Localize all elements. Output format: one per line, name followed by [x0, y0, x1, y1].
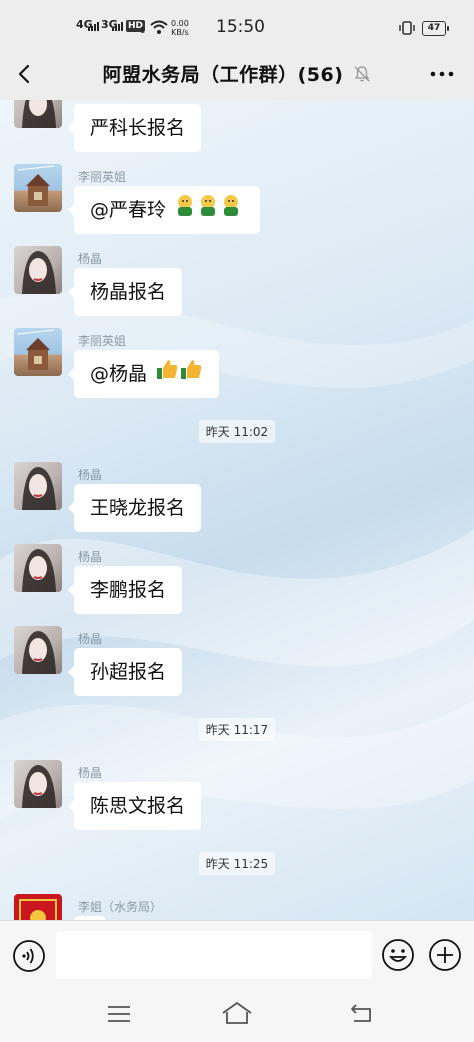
chat-title-container: 阿盟水务局（工作群）(56) — [0, 60, 474, 87]
message-bubble[interactable]: 李鹏报名 — [67, 566, 183, 614]
message-text: @严春玲 — [90, 199, 167, 221]
title-bar: 阿盟水务局（工作群）(56) — [0, 48, 474, 100]
smiley-emoji-icon — [178, 194, 239, 216]
timestamp: 昨天 11:02 — [0, 420, 474, 443]
voice-icon[interactable] — [12, 939, 46, 973]
timestamp-label: 昨天 11:02 — [198, 420, 276, 443]
sender-name: 杨晶 — [78, 766, 103, 780]
sender-name: 杨晶 — [78, 468, 103, 482]
sender-name: 李姐（水务局） — [78, 900, 163, 914]
avatar[interactable] — [14, 462, 62, 510]
sender-name: 杨晶 — [78, 550, 103, 564]
status-bar: 4G 3G HD 1 0.00 KB/s 15:50 47 — [0, 0, 474, 48]
more-dots-icon[interactable] — [428, 62, 456, 86]
avatar[interactable] — [14, 544, 62, 592]
smile-icon[interactable] — [381, 938, 415, 972]
message-bubble[interactable]: @严春玲 — [67, 186, 261, 235]
plus-icon[interactable] — [428, 938, 462, 972]
timestamp-label: 昨天 11:25 — [198, 852, 276, 875]
back-icon[interactable] — [348, 1002, 376, 1024]
sender-name: 李丽英姐 — [78, 170, 127, 184]
timestamp: 昨天 11:17 — [0, 718, 474, 741]
avatar[interactable] — [14, 328, 62, 376]
sim-indicator: 1 — [140, 26, 146, 35]
sender-name: 李丽英姐 — [78, 334, 127, 348]
speed-value: 0.00 — [171, 19, 189, 28]
system-nav-bar — [0, 990, 474, 1042]
chat-message-list[interactable]: 严科长报名 李丽英姐 @严春玲 杨晶 杨晶报名 李丽英姐 @杨晶 昨天 11:0… — [0, 100, 474, 920]
avatar[interactable] — [14, 100, 62, 128]
avatar[interactable] — [14, 760, 62, 808]
emoji-group — [155, 351, 203, 399]
signal-bars-1-icon — [88, 22, 99, 31]
avatar[interactable] — [14, 164, 62, 212]
home-icon[interactable] — [220, 1000, 254, 1026]
wifi-icon — [150, 20, 168, 34]
menu-icon[interactable] — [106, 1004, 132, 1024]
emoji-group — [174, 187, 244, 235]
avatar[interactable] — [14, 626, 62, 674]
message-bubble[interactable]: 陈思文报名 — [67, 782, 202, 830]
avatar[interactable] — [14, 894, 62, 920]
message-bubble[interactable]: 孙超报名 — [67, 648, 183, 696]
timestamp: 昨天 11:25 — [0, 852, 474, 875]
signal-bars-2-icon — [112, 22, 123, 31]
sender-name: 杨晶 — [78, 632, 103, 646]
battery-indicator: 47 — [422, 21, 449, 36]
clock: 15:50 — [216, 17, 265, 37]
avatar[interactable] — [14, 246, 62, 294]
message-bubble[interactable]: 杨晶报名 — [67, 268, 183, 316]
message-bubble[interactable]: 严科长报名 — [67, 104, 202, 152]
vibrate-icon — [399, 21, 415, 35]
timestamp-label: 昨天 11:17 — [198, 718, 276, 741]
message-input[interactable] — [56, 931, 372, 979]
chat-title: 阿盟水务局（工作群）(56) — [102, 64, 344, 86]
speed-unit: KB/s — [171, 28, 189, 37]
message-bubble[interactable]: 王晓龙报名 — [67, 484, 202, 532]
bell-off-icon — [354, 65, 370, 81]
message-text: @杨晶 — [90, 363, 148, 385]
message-bubble[interactable]: @杨晶 — [67, 350, 220, 399]
thumbs-up-emoji-icon — [157, 359, 202, 379]
input-bar — [0, 920, 474, 991]
network-speed: 0.00 KB/s — [171, 19, 189, 37]
sender-name: 杨晶 — [78, 252, 103, 266]
